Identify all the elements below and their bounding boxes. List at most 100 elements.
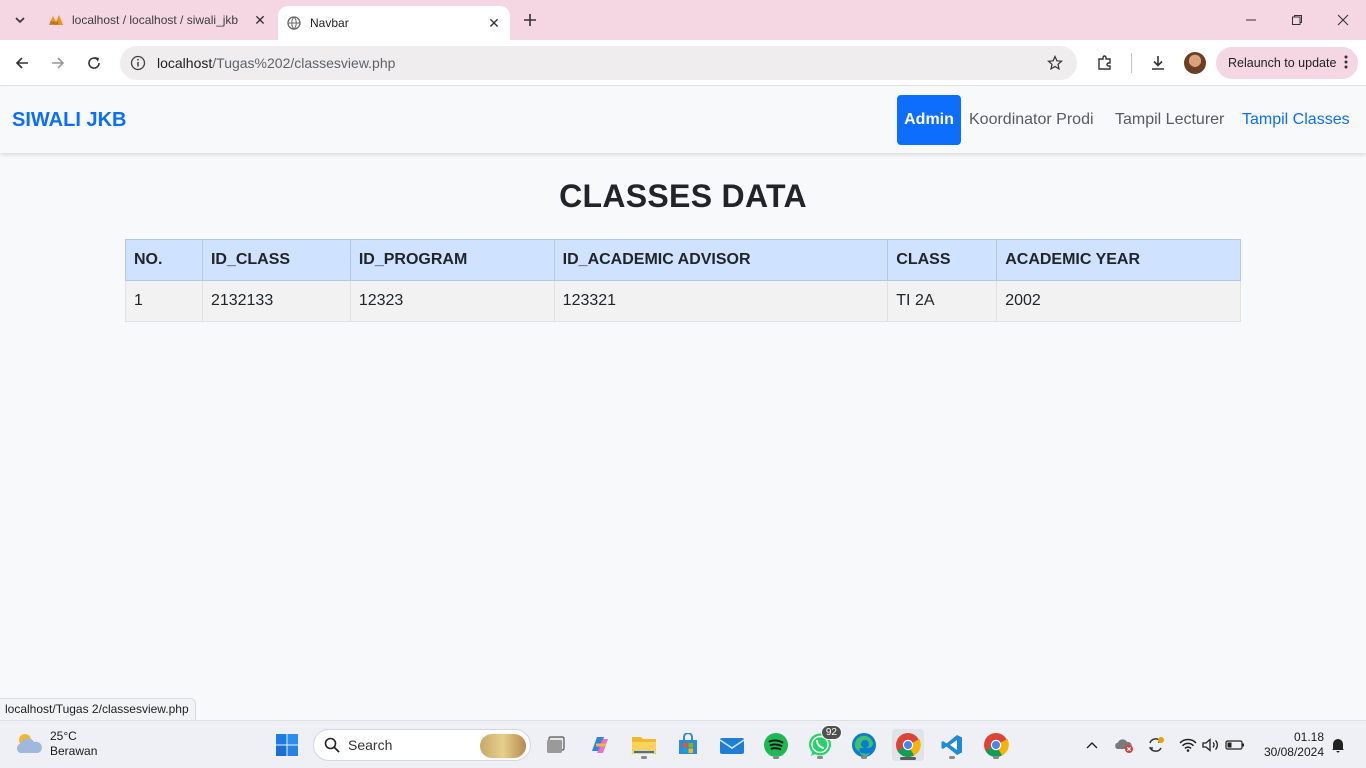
minimize-button[interactable] [1228,0,1274,40]
tab-search-button[interactable] [6,6,34,34]
back-button[interactable] [6,47,38,79]
onedrive-status[interactable] [1114,735,1134,755]
search-icon [324,737,340,753]
weather-temperature: 25°C [50,729,77,743]
navbar-brand[interactable]: SIWALI JKB [12,109,126,132]
relaunch-label: Relaunch to update [1228,56,1337,70]
bell-icon [1332,739,1344,753]
chrome-button[interactable] [892,729,924,761]
update-status[interactable] [1146,735,1166,755]
speaker-icon [1202,738,1218,752]
nav-link-tampil-lecturer[interactable]: Tampil Lecturer [1107,95,1232,145]
site-navbar: SIWALI JKB Admin Koordinator Prodi Tampi… [0,87,1366,153]
nav-link-koordinator-prodi[interactable]: Koordinator Prodi [961,95,1102,145]
status-bar-url: localhost/Tugas 2/classesview.php [0,698,196,720]
task-view-button[interactable] [540,729,572,761]
table-cell: 123321 [553,280,889,322]
folder-icon [632,737,656,754]
tab-title: localhost / localhost / siwali_jkb [72,13,239,27]
toolbar-divider [1131,53,1132,73]
bookmark-star-icon[interactable] [1045,53,1065,73]
table-cell: 12323 [349,280,555,322]
cloud-error-icon [1115,739,1133,753]
tab-phpmyadmin[interactable]: PMA localhost / localhost / siwali_jkb ✕ [40,0,276,40]
close-icon[interactable]: ✕ [484,13,504,33]
downloads-button[interactable] [1142,47,1174,79]
show-hidden-icons-button[interactable] [1082,735,1102,755]
nav-link-admin[interactable]: Admin [897,95,961,145]
vscode-button[interactable] [936,729,968,761]
arrow-right-icon [52,57,65,69]
start-button[interactable] [271,729,303,761]
whatsapp-button[interactable]: 92 [804,725,842,761]
column-header-id-academic-advisor: ID_ACADEMIC ADVISOR [553,239,889,281]
battery-status[interactable] [1225,735,1245,755]
mail-icon [719,738,745,754]
table-cell: 1 [125,280,203,322]
taskbar-clock[interactable]: 01.18 30/08/2024 [1258,730,1324,760]
minimize-icon [1246,19,1256,21]
classes-table: NO. ID_CLASS ID_PROGRAM ID_ACADEMIC ADVI… [125,239,1241,322]
copilot-button[interactable] [584,729,616,761]
close-window-button[interactable] [1320,0,1366,40]
table-header-row: NO. ID_CLASS ID_PROGRAM ID_ACADEMIC ADVI… [125,239,1241,281]
relaunch-button[interactable]: Relaunch to update [1216,47,1358,79]
address-bar[interactable]: localhost/Tugas%202/classesview.php [120,46,1077,80]
weather-widget[interactable]: 25°C Berawan [14,729,97,759]
restore-button[interactable] [1274,0,1320,40]
profile-avatar[interactable] [1184,52,1206,74]
wifi-status[interactable] [1178,735,1198,755]
table-cell: TI 2A [887,280,998,322]
close-icon [1337,14,1349,26]
volume-status[interactable] [1201,735,1221,755]
microsoft-store-button[interactable] [672,729,704,761]
search-label: Search [348,737,393,753]
download-icon [1152,56,1164,70]
svg-text:PMA: PMA [50,21,59,26]
store-icon [679,733,697,754]
nav-link-tampil-classes[interactable]: Tampil Classes [1234,95,1358,145]
table-row: 1 2132133 12323 123321 TI 2A 2002 [125,280,1241,322]
url-path: /Tugas%202/classesview.php [212,55,396,71]
clock-date: 30/08/2024 [1263,745,1324,759]
notification-badge: 92 [820,725,842,740]
extensions-button[interactable] [1089,47,1121,79]
column-header-id-class: ID_CLASS [201,239,351,281]
tab-title: Navbar [310,16,349,30]
edge-icon [852,733,876,757]
chevron-down-icon [15,17,25,24]
browser-tabstrip: PMA localhost / localhost / siwali_jkb ✕… [0,0,1366,40]
url-text[interactable]: localhost/Tugas%202/classesview.php [157,55,395,71]
wifi-icon [1179,738,1197,752]
notifications-button[interactable] [1328,735,1348,755]
chrome-profile-button[interactable] [980,729,1012,761]
spotify-button[interactable] [760,729,792,761]
arrow-left-icon [15,57,28,69]
reload-button[interactable] [78,47,110,79]
file-explorer-button[interactable] [628,729,660,761]
forward-button[interactable] [42,47,74,79]
column-header-academic-year: ACADEMIC YEAR [996,239,1241,281]
plus-icon [524,14,536,26]
tab-navbar[interactable]: Navbar ✕ [278,6,510,40]
more-vert-icon[interactable] [1344,55,1348,72]
globe-icon [286,15,302,31]
taskbar-search[interactable]: Search [313,729,531,761]
weather-condition: Berawan [50,744,98,758]
table-cell: 2002 [996,280,1241,322]
close-icon[interactable]: ✕ [250,10,270,30]
new-tab-button[interactable] [518,8,542,32]
sync-icon [1149,737,1164,752]
edge-button[interactable] [848,729,880,761]
battery-icon [1225,740,1244,750]
chevron-up-icon [1086,742,1098,749]
search-highlight-image [480,734,526,758]
reload-icon [88,57,100,69]
spotify-icon [764,733,788,757]
site-info-icon[interactable] [128,53,148,73]
windows-icon [276,734,298,756]
cloud-sun-icon [16,734,42,753]
url-host: localhost [157,55,213,71]
mail-button[interactable] [716,729,748,761]
column-header-id-program: ID_PROGRAM [349,239,555,281]
